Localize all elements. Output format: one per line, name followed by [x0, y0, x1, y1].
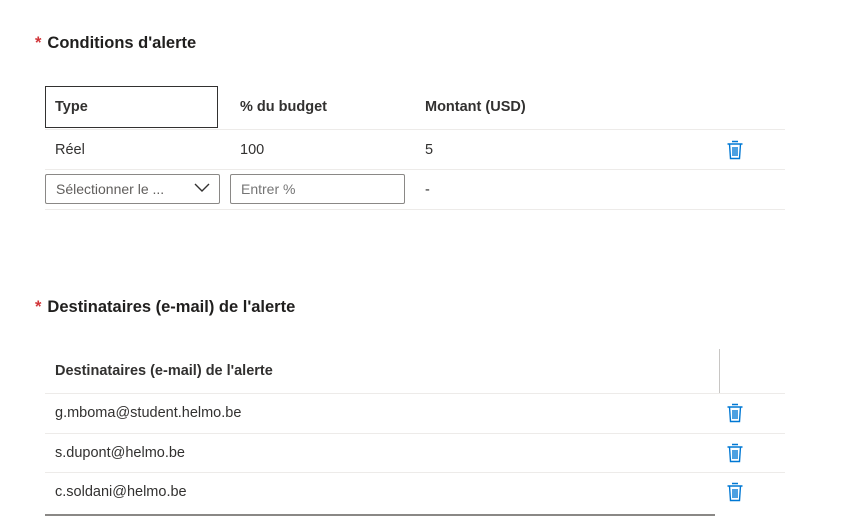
- trash-icon[interactable]: [726, 403, 744, 423]
- type-select-placeholder: Sélectionner le ...: [56, 181, 165, 197]
- recipient-email: g.mboma@student.helmo.be: [55, 405, 242, 421]
- type-select-dropdown[interactable]: Sélectionner le ...: [45, 174, 220, 204]
- condition-type: Réel: [55, 142, 85, 158]
- required-mark: *: [35, 298, 42, 316]
- divider: [45, 169, 785, 170]
- chevron-down-icon: [194, 183, 210, 192]
- budget-pct-input[interactable]: [230, 174, 405, 204]
- column-header-amount: Montant (USD): [425, 99, 526, 115]
- column-resize-divider[interactable]: [719, 349, 720, 393]
- column-header-recipients: Destinataires (e-mail) de l'alerte: [55, 363, 273, 379]
- alert-conditions-label: Conditions d'alerte: [47, 34, 197, 52]
- alert-recipients-label: Destinataires (e-mail) de l'alerte: [47, 298, 296, 316]
- alert-conditions-title: * Conditions d'alerte: [35, 34, 196, 53]
- trash-icon[interactable]: [726, 482, 744, 502]
- recipient-email: c.soldani@helmo.be: [55, 484, 187, 500]
- divider: [45, 209, 785, 210]
- new-row-amount: -: [425, 182, 430, 198]
- column-header-budget-pct: % du budget: [240, 99, 327, 115]
- divider: [45, 393, 785, 394]
- divider: [45, 472, 785, 473]
- alert-recipients-title: * Destinataires (e-mail) de l'alerte: [35, 298, 295, 317]
- divider: [45, 433, 785, 434]
- condition-amount: 5: [425, 142, 434, 158]
- divider: [45, 129, 785, 130]
- trash-icon[interactable]: [726, 443, 744, 463]
- trash-icon[interactable]: [726, 140, 744, 160]
- new-recipient-input-underline[interactable]: [45, 514, 715, 516]
- condition-budget-pct: 100: [240, 142, 265, 158]
- required-mark: *: [35, 34, 42, 52]
- column-header-type[interactable]: Type: [55, 99, 88, 115]
- recipient-email: s.dupont@helmo.be: [55, 445, 185, 461]
